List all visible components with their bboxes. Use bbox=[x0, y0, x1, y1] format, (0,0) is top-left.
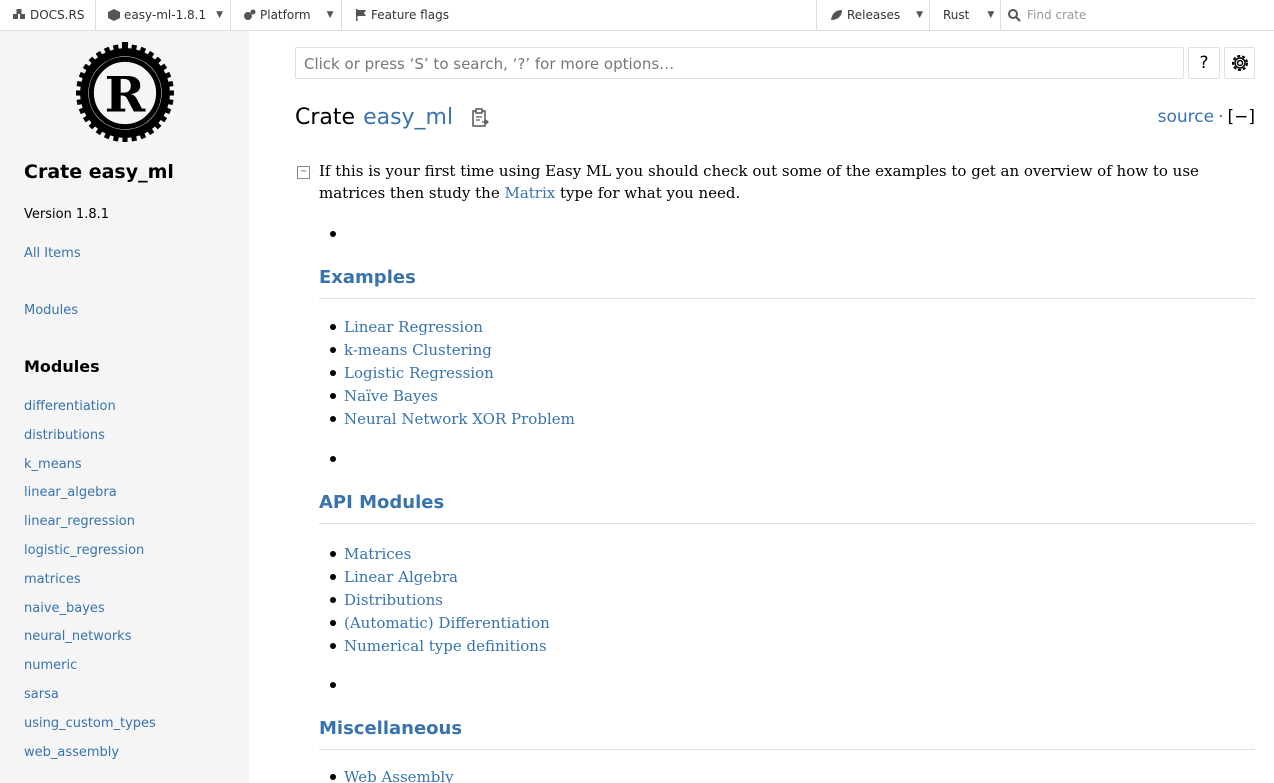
sidebar: R Crate easy_ml Version 1.8.1 All Items … bbox=[0, 31, 249, 783]
cube-icon bbox=[108, 9, 120, 21]
sidebar-module-link[interactable]: using_custom_types bbox=[24, 716, 156, 731]
sidebar-module-link[interactable]: linear_regression bbox=[24, 514, 135, 529]
intro-text-end: type for what you need. bbox=[555, 184, 741, 202]
section-heading-miscellaneous[interactable]: Miscellaneous bbox=[319, 718, 1255, 750]
sidebar-module-link[interactable]: matrices bbox=[24, 572, 81, 587]
collapse-all-toggle[interactable]: [−] bbox=[1227, 107, 1255, 127]
sidebar-module-link[interactable]: differentiation bbox=[24, 399, 116, 414]
crate-version-label: easy-ml-1.8.1 bbox=[124, 8, 207, 22]
leaf-icon bbox=[831, 10, 842, 20]
list-item-link[interactable]: Numerical type definitions bbox=[344, 637, 547, 655]
intro-paragraph: If this is your first time using Easy ML… bbox=[319, 160, 1255, 204]
page-title: Crate easy_ml bbox=[295, 105, 489, 130]
search-input[interactable]: Click or press ‘S’ to search, ‘?’ for mo… bbox=[295, 47, 1184, 79]
examples-list: Linear Regression k-means Clustering Log… bbox=[330, 315, 575, 430]
api-modules-list: Matrices Linear Algebra Distributions (A… bbox=[330, 542, 550, 657]
sidebar-module-link[interactable]: numeric bbox=[24, 658, 77, 673]
list-item-link[interactable]: Naïve Bayes bbox=[344, 387, 438, 405]
sidebar-crate-title[interactable]: Crate easy_ml bbox=[24, 161, 174, 183]
clipboard-icon bbox=[472, 107, 489, 127]
find-crate-input[interactable]: Find crate bbox=[1008, 5, 1270, 25]
platform-label: Platform bbox=[260, 8, 311, 22]
chevron-down-icon: ▼ bbox=[216, 10, 224, 20]
list-item-link[interactable]: Distributions bbox=[344, 591, 443, 609]
gear-icon bbox=[1231, 55, 1248, 71]
list-item-link[interactable]: k-means Clustering bbox=[344, 341, 492, 359]
list-item-link[interactable]: Linear Regression bbox=[344, 318, 483, 336]
chevron-down-icon: ▼ bbox=[326, 10, 334, 20]
docsrs-label: DOCS.RS bbox=[30, 8, 85, 22]
module-list: differentiation distributions k_means li… bbox=[24, 399, 156, 773]
list-item-link[interactable]: (Automatic) Differentiation bbox=[344, 614, 550, 632]
list-item-link[interactable]: Web Assembly bbox=[344, 768, 454, 783]
crate-version: Version 1.8.1 bbox=[24, 207, 110, 222]
feature-flags-link[interactable]: Feature flags bbox=[355, 0, 449, 30]
modules-heading: Modules bbox=[24, 357, 100, 376]
list-item-link[interactable]: Matrices bbox=[344, 545, 411, 563]
chevron-down-icon: ▼ bbox=[987, 10, 995, 20]
sidebar-module-link[interactable]: neural_networks bbox=[24, 629, 131, 644]
matrix-link[interactable]: Matrix bbox=[504, 184, 555, 202]
docsrs-home-link[interactable]: DOCS.RS bbox=[12, 0, 84, 30]
list-item-link[interactable]: Logistic Regression bbox=[344, 364, 494, 382]
platform-menu[interactable]: Platform ▼ bbox=[243, 0, 334, 30]
sidebar-module-link[interactable]: web_assembly bbox=[24, 745, 119, 760]
modules-link[interactable]: Modules bbox=[24, 303, 78, 318]
sidebar-module-link[interactable]: linear_algebra bbox=[24, 485, 117, 500]
gears-icon bbox=[244, 9, 256, 20]
all-items-link[interactable]: All Items bbox=[24, 246, 81, 261]
chevron-down-icon: ▼ bbox=[916, 10, 924, 20]
rust-logo-icon[interactable]: R bbox=[74, 42, 176, 144]
feature-flags-label: Feature flags bbox=[371, 8, 449, 22]
rust-menu[interactable]: Rust ▼ bbox=[943, 0, 994, 30]
find-crate-placeholder: Find crate bbox=[1027, 8, 1087, 22]
separator-dot: · bbox=[1218, 107, 1224, 127]
svg-text:R: R bbox=[105, 65, 146, 123]
list-bullet bbox=[330, 231, 336, 237]
sidebar-module-link[interactable]: sarsa bbox=[24, 687, 59, 702]
top-nav: DOCS.RS easy-ml-1.8.1 ▼ Platform ▼ Featu… bbox=[0, 0, 1274, 31]
docblock-toggle[interactable]: − bbox=[297, 166, 310, 179]
cubes-icon bbox=[13, 9, 25, 19]
section-heading-api-modules[interactable]: API Modules bbox=[319, 492, 1255, 524]
copy-path-button[interactable] bbox=[471, 107, 489, 128]
releases-label: Releases bbox=[847, 8, 901, 22]
sidebar-module-link[interactable]: k_means bbox=[24, 457, 82, 472]
section-heading-examples[interactable]: Examples bbox=[319, 267, 1255, 299]
search-icon bbox=[1008, 8, 1021, 22]
list-item-link[interactable]: Neural Network XOR Problem bbox=[344, 410, 575, 428]
source-link[interactable]: source bbox=[1158, 107, 1214, 127]
sidebar-module-link[interactable]: distributions bbox=[24, 428, 105, 443]
rust-label: Rust bbox=[943, 8, 970, 22]
flag-icon bbox=[356, 9, 366, 21]
help-button[interactable]: ? bbox=[1188, 47, 1220, 79]
miscellaneous-list: Web Assembly bbox=[330, 765, 454, 783]
sidebar-module-link[interactable]: logistic_regression bbox=[24, 543, 144, 558]
settings-button[interactable] bbox=[1224, 47, 1255, 79]
list-item-link[interactable]: Linear Algebra bbox=[344, 568, 458, 586]
sidebar-module-link[interactable]: naive_bayes bbox=[24, 601, 105, 616]
crate-version-menu[interactable]: easy-ml-1.8.1 ▼ bbox=[108, 0, 223, 30]
list-bullet bbox=[330, 456, 336, 462]
out-of-band: source · [−] bbox=[1158, 107, 1255, 127]
list-bullet bbox=[330, 682, 336, 688]
releases-menu[interactable]: Releases ▼ bbox=[830, 0, 923, 30]
intro-text-start: If this is your first time using Easy ML… bbox=[319, 162, 1199, 202]
crate-label: Crate bbox=[295, 105, 356, 130]
crate-name-link[interactable]: easy_ml bbox=[363, 105, 453, 130]
